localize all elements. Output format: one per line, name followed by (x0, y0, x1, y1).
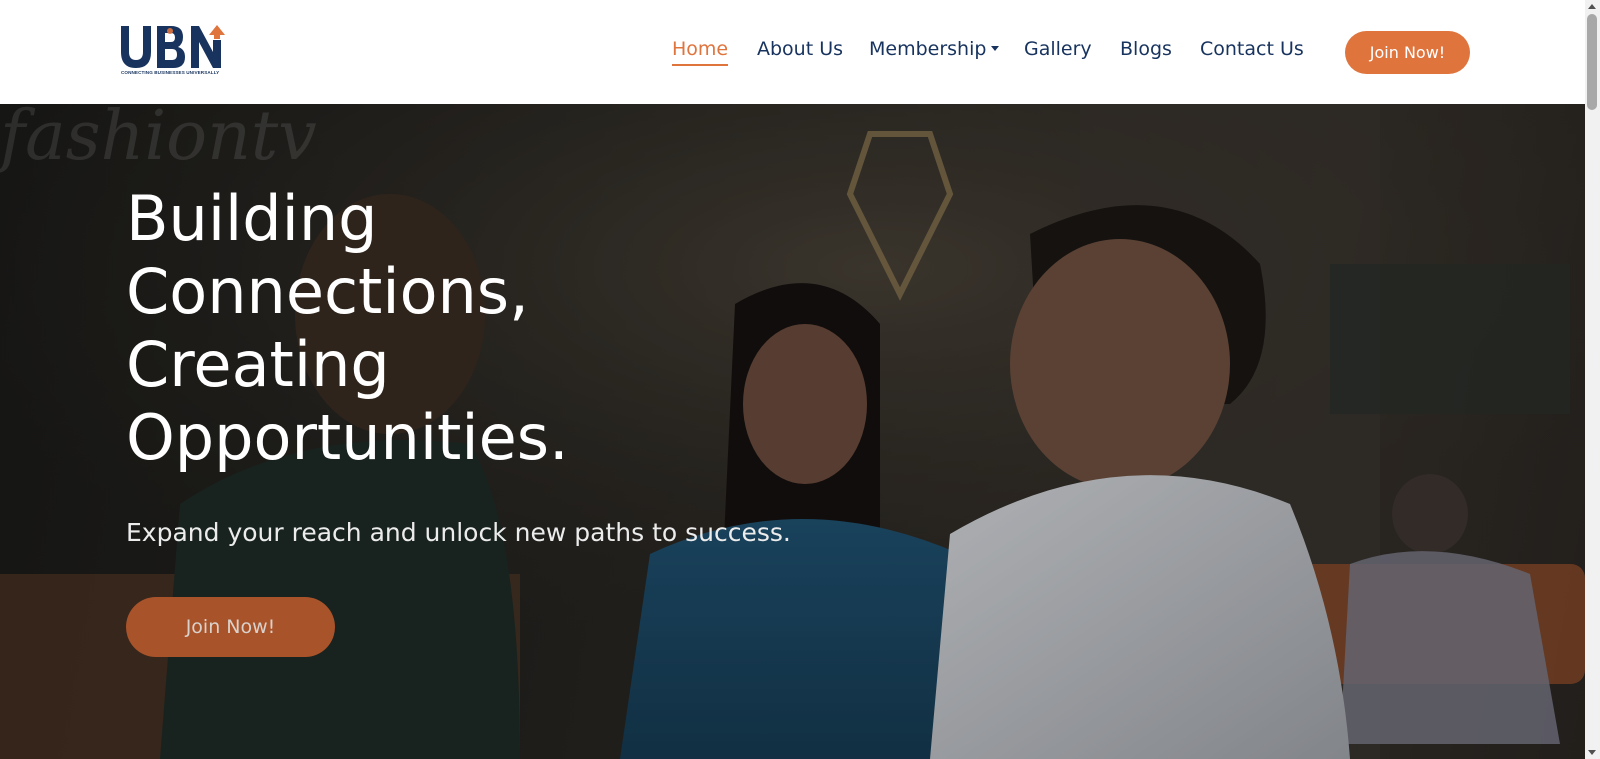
brand-logo[interactable]: CONNECTING BUSINESSES UNIVERSALLY (119, 22, 227, 82)
hero-subtitle: Expand your reach and unlock new paths t… (126, 518, 791, 547)
page-scrollbar[interactable] (1585, 0, 1600, 759)
scroll-down-icon[interactable] (1588, 750, 1596, 755)
hero-title-line: Creating (126, 328, 390, 401)
scroll-thumb[interactable] (1587, 14, 1597, 110)
hero-title-line: Connections, (126, 255, 529, 328)
nav-contact-us[interactable]: Contact Us (1200, 36, 1304, 62)
scroll-up-icon[interactable] (1588, 4, 1596, 9)
caret-down-icon (991, 46, 1000, 51)
nav-home[interactable]: Home (672, 36, 729, 66)
hero-join-button[interactable]: Join Now! (126, 597, 335, 657)
top-navbar: CONNECTING BUSINESSES UNIVERSALLY Home A… (0, 0, 1585, 104)
hero-section: fashiontv Building Connections, Creating… (0, 104, 1585, 759)
hero-title-line: Building (126, 182, 378, 255)
nav-blogs[interactable]: Blogs (1120, 36, 1172, 62)
nav-membership-label: Membership (869, 38, 987, 60)
ubn-logo-icon (121, 25, 225, 68)
nav-membership[interactable]: Membership (869, 36, 1000, 62)
hero-title: Building Connections, Creating Opportuni… (126, 182, 726, 474)
logo-tagline: CONNECTING BUSINESSES UNIVERSALLY (121, 70, 220, 75)
nav-gallery[interactable]: Gallery (1024, 36, 1092, 62)
nav-join-button[interactable]: Join Now! (1345, 31, 1470, 74)
hero-title-line: Opportunities. (126, 401, 569, 474)
nav-about-us[interactable]: About Us (757, 36, 843, 62)
